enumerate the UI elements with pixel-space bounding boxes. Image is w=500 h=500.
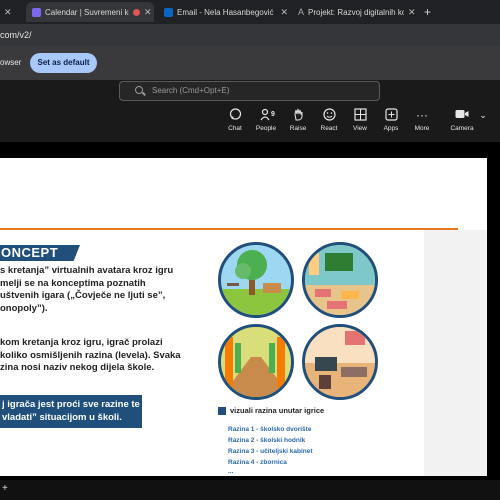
text-line: s kretanja” virtualnih avatara kroz igru <box>0 265 174 276</box>
text-line: onopoly”). <box>0 302 48 314</box>
paragraph-1: s kretanja” virtualnih avatara kroz igru… <box>0 265 173 315</box>
close-icon[interactable]: ✕ <box>144 7 152 18</box>
apps-button[interactable]: Apps <box>376 108 406 132</box>
text-line: koliko osmišljenih razina (levela). Svak… <box>0 349 181 361</box>
view-button[interactable]: View <box>345 108 375 132</box>
chat-label: Chat <box>228 125 242 132</box>
camera-icon <box>447 108 477 122</box>
tab-project[interactable]: A Projekt: Razvoj digitalnih kor ✕ <box>294 2 420 22</box>
presentation-slide: ONCEPT s kretanja” virtualnih avatara kr… <box>0 158 487 476</box>
search-placeholder: Search (Cmd+Opt+E) <box>152 86 230 95</box>
level-item: Razina 3 - učiteljski kabinet <box>228 448 313 455</box>
camera-label: Camera <box>450 125 474 132</box>
text-line: zina nosi naziv nekog dijela škole. <box>0 362 155 373</box>
close-icon[interactable]: ✕ <box>4 7 12 18</box>
close-icon[interactable]: ✕ <box>280 7 288 18</box>
legend-text: vizuali razina unutar igrice <box>230 406 325 415</box>
paragraph-2: kom kretanja kroz igru, igrač prolazi ko… <box>0 337 181 375</box>
close-icon[interactable]: ✕ <box>408 7 416 18</box>
schoolyard-illustration <box>218 242 294 318</box>
people-button[interactable]: 9 People <box>251 108 281 132</box>
text-line: vladati” situacijom u školi. <box>2 412 122 423</box>
tab-partial[interactable]: ✕ <box>0 2 22 22</box>
tab-label: Email - Nela Hasanbegović - <box>177 7 277 17</box>
text-line: uštvenih igara („Čovječe ne ljuti se”, <box>0 290 166 301</box>
chat-icon <box>220 108 250 122</box>
apps-icon <box>376 108 406 122</box>
people-count-badge: 9 <box>271 111 275 118</box>
tab-calendar[interactable]: Calendar | Suvremeni kon ✕ <box>26 2 154 22</box>
browser-tab-bar: ✕ Calendar | Suvremeni kon ✕ Email - Nel… <box>0 0 500 24</box>
outlook-icon <box>164 7 173 17</box>
plus-icon[interactable]: + <box>2 483 8 494</box>
hallway-illustration <box>302 242 378 318</box>
text-line: j igrača jest proći sve razine te <box>2 399 140 410</box>
camera-button[interactable]: Camera <box>447 108 477 132</box>
staffroom-illustration <box>302 324 378 400</box>
plus-icon: + <box>424 5 432 19</box>
bottom-strip: + <box>0 480 500 500</box>
chat-button[interactable]: Chat <box>220 108 250 132</box>
people-icon: 9 <box>251 108 281 122</box>
hand-icon <box>283 108 313 122</box>
tab-label: Calendar | Suvremeni kon <box>45 7 129 17</box>
raise-label: Raise <box>289 125 307 132</box>
slide-divider <box>0 228 458 230</box>
legend-swatch <box>218 407 226 415</box>
react-label: React <box>320 125 338 132</box>
highlight-box: j igrača jest proći sve razine te vladat… <box>0 395 142 428</box>
address-bar[interactable]: com/v2/ <box>0 24 500 46</box>
recording-icon <box>133 8 140 16</box>
camera-options-chevron[interactable]: ⌄ <box>475 108 491 122</box>
text-line: melji se na konceptima poznatih <box>0 277 146 289</box>
tab-email[interactable]: Email - Nela Hasanbegović - ✕ <box>160 2 288 22</box>
new-tab-button[interactable]: + <box>424 2 438 22</box>
level-item: Razina 4 - zbornica <box>228 459 287 466</box>
level-item: ... <box>228 468 234 475</box>
level-item: Razina 2 - školski hodnik <box>228 437 306 444</box>
level-item: Razina 1 - školsko dvorište <box>228 426 312 433</box>
calendar-app-icon <box>32 7 41 17</box>
view-label: View <box>353 125 367 132</box>
slide-heading: ONCEPT <box>0 245 80 261</box>
smiley-icon <box>314 108 344 122</box>
more-button[interactable]: ··· More <box>407 108 437 132</box>
screen-share-area: ONCEPT s kretanja” virtualnih avatara kr… <box>0 142 500 480</box>
text-line: kom kretanja kroz igru, igrač prolazi <box>0 337 163 348</box>
teacher-office-illustration <box>218 324 294 400</box>
url-text: com/v2/ <box>0 30 32 40</box>
meeting-toolbar: Search (Cmd+Opt+E) Chat 9 People Raise R… <box>0 80 500 140</box>
document-icon: A <box>298 7 305 17</box>
apps-label: Apps <box>383 125 399 132</box>
infobar-text: owser <box>0 58 22 67</box>
people-label: People <box>255 125 277 132</box>
react-button[interactable]: React <box>314 108 344 132</box>
slide-right-panel <box>424 230 487 476</box>
set-as-default-button[interactable]: Set as default <box>30 53 97 73</box>
search-icon <box>135 86 143 94</box>
raise-hand-button[interactable]: Raise <box>283 108 313 132</box>
grid-icon <box>345 108 375 122</box>
chevron-down-icon: ⌄ <box>479 110 487 120</box>
more-icon: ··· <box>416 108 428 122</box>
default-browser-infobar: owser Set as default <box>0 46 500 80</box>
tab-label: Projekt: Razvoj digitalnih kor <box>308 7 405 17</box>
search-input[interactable]: Search (Cmd+Opt+E) <box>119 81 380 101</box>
more-label: More <box>414 125 430 132</box>
